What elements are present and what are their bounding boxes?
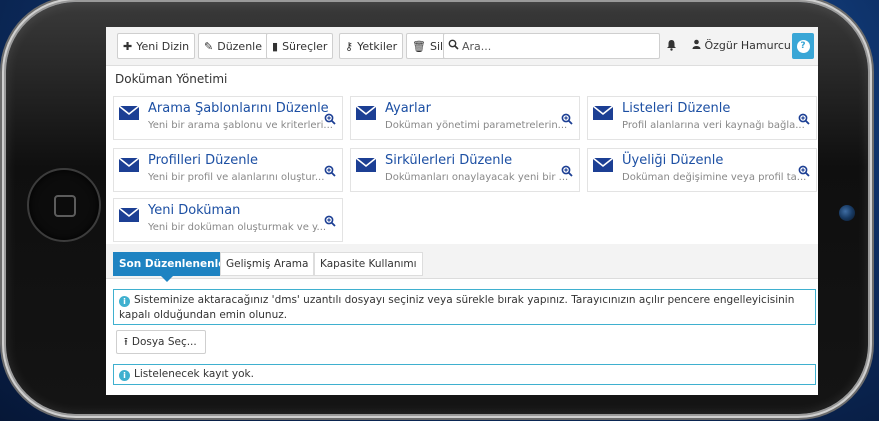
envelope-icon [118,105,140,120]
card-description: Yeni bir arama şablonu ve kriterleri... [148,120,333,131]
card-title: Listeleri Düzenle [622,101,731,116]
key-icon: ⚷ [345,39,354,53]
processes-label: Süreçler [282,39,328,53]
card-description: Dokümanları onaylayacak yeni bir ... [385,172,569,183]
zoom-in-icon[interactable] [324,215,336,227]
pencil-icon: ✎ [204,39,214,53]
user-menu[interactable]: Özgür Hamurcu [692,39,791,52]
zoom-in-icon[interactable] [324,113,336,125]
tab-recently-edited[interactable]: Son Düzenlenenler [113,252,237,282]
upload-icon: ⭱ [124,334,128,348]
edit-label: Düzenle [217,39,262,53]
choose-file-label: Dosya Seç... [131,336,197,348]
card-description: Profil alanlarına veri kaynağı bağla... [622,120,805,131]
question-icon: ? [796,39,810,53]
user-name: Özgür Hamurcu [704,39,791,52]
card-title: Sirkülerleri Düzenle [385,153,513,168]
tab-capacity-usage[interactable]: Kapasite Kullanımı [314,252,423,276]
app-screen: ✚ Yeni Dizin ✎ Düzenle ▮ Süreçler ⚷ Yetk… [106,27,818,395]
card-title: Yeni Doküman [148,203,241,218]
choose-file-button[interactable]: ⭱ Dosya Seç... [116,330,206,354]
book-icon: ▮ [272,39,279,53]
section-title: Doküman Yönetimi [115,72,228,86]
plus-icon: ✚ [123,39,133,53]
card-title: Arama Şablonlarını Düzenle [148,101,329,116]
envelope-icon [118,207,140,222]
zoom-in-icon[interactable] [561,165,573,177]
info-icon: i [119,370,130,381]
envelope-icon [592,105,614,120]
card-description: Doküman değişimine veya profil ta... [622,172,807,183]
trash-icon: 🗑 [412,39,426,53]
card-new-document[interactable]: Yeni Doküman Yeni bir doküman oluşturmak… [113,198,343,242]
envelope-icon [118,157,140,172]
home-square-icon [54,195,76,217]
info-icon: i [119,296,130,307]
search-icon [448,39,459,53]
zoom-in-icon[interactable] [561,113,573,125]
search-box [443,33,660,59]
home-button[interactable] [27,168,101,242]
permissions-label: Yetkiler [357,39,398,53]
card-edit-lists[interactable]: Listeleri Düzenle Profil alanlarına veri… [587,96,817,140]
zoom-in-icon[interactable] [798,165,810,177]
help-button[interactable]: ? [792,33,814,59]
card-search-templates[interactable]: Arama Şablonlarını Düzenle Yeni bir aram… [113,96,343,140]
card-title: Üyeliği Düzenle [622,153,724,168]
envelope-icon [592,157,614,172]
card-title: Ayarlar [385,101,431,116]
envelope-icon [355,105,377,120]
bell-icon[interactable] [666,39,677,54]
card-title: Profilleri Düzenle [148,153,259,168]
tab-advanced-search[interactable]: Gelişmiş Arama [220,252,315,276]
delete-label: Sil [429,39,444,53]
card-description: Yeni bir profil ve alanlarını oluştur... [148,172,325,183]
empty-list-text: Listelenecek kayıt yok. [134,368,254,380]
upload-info-text: Sisteminize aktaracağınız 'dms' uzantılı… [119,294,795,321]
search-input[interactable] [462,39,642,53]
processes-button[interactable]: ▮ Süreçler [266,33,334,59]
card-description: Doküman yönetimi parametrelerin... [385,120,568,131]
card-edit-circulars[interactable]: Sirkülerleri Düzenle Dokümanları onaylay… [350,148,580,192]
camera-lens [839,205,855,221]
zoom-in-icon[interactable] [798,113,810,125]
upload-info-alert: i Sisteminize aktaracağınız 'dms' uzantıl… [113,289,816,325]
new-folder-label: Yeni Dizin [136,39,190,53]
new-folder-button[interactable]: ✚ Yeni Dizin [117,33,196,59]
card-edit-membership[interactable]: Üyeliği Düzenle Doküman değişimine veya … [587,148,817,192]
user-icon [692,39,705,52]
card-description: Yeni bir doküman oluşturmak ve y... [148,222,327,233]
empty-list-alert: i Listelenecek kayıt yok. [113,364,816,385]
toolbar: ✚ Yeni Dizin ✎ Düzenle ▮ Süreçler ⚷ Yetk… [106,27,818,66]
card-edit-profiles[interactable]: Profilleri Düzenle Yeni bir profil ve al… [113,148,343,192]
tab-bar: Son Düzenlenenler Gelişmiş Arama Kapasit… [106,244,818,282]
edit-button[interactable]: ✎ Düzenle [198,33,268,59]
permissions-button[interactable]: ⚷ Yetkiler [339,33,404,59]
card-settings[interactable]: Ayarlar Doküman yönetimi parametrelerin.… [350,96,580,140]
envelope-icon [355,157,377,172]
zoom-in-icon[interactable] [324,165,336,177]
